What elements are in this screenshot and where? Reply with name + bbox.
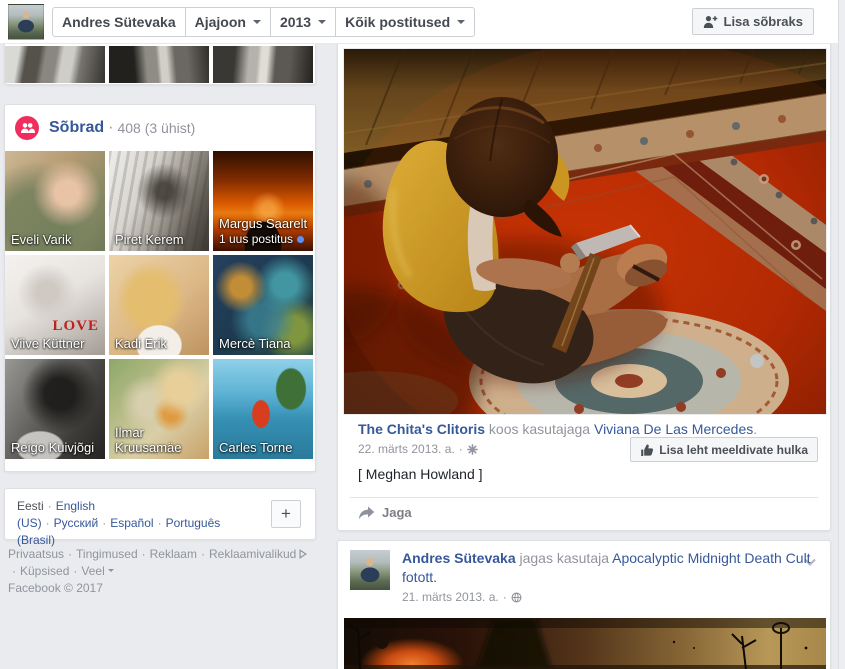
footer-link-more[interactable]: Veel (81, 564, 104, 578)
tagged-user-link[interactable]: Viviana De Las Mercedes (594, 421, 753, 437)
language-selector-card: Eesti · English (US) · Русский · Español · Portu… (4, 488, 316, 547)
language-list: Eesti · English (US) · Русский · Español · Portu… (17, 499, 221, 547)
photo-thumbnail[interactable] (109, 46, 209, 83)
photo-thumbnail[interactable] (5, 46, 105, 83)
footer: Privaatsus · Tingimused · Reklaam · Reklaamiva… (8, 546, 310, 597)
friend-tile[interactable]: Reigo Kuivjõgi (5, 359, 105, 459)
post-timestamp[interactable]: 21. märts 2013. a. (402, 590, 499, 604)
friend-tile[interactable]: Margus Saarelt 1 uus postitus (213, 151, 313, 251)
post-card: The Chita's Clitoris koos kasutajaga Viv… (220, 14, 845, 531)
post-photo[interactable] (220, 39, 845, 479)
post-photo[interactable] (344, 618, 826, 669)
profile-name-tab[interactable]: Andres Sütevaka (52, 7, 186, 37)
chevron-down-icon (457, 20, 466, 28)
friends-card: Sõbrad · 408 (3 ühist) Eveli Varik Piret… (4, 104, 316, 472)
painting-apocalyptic-landscape (344, 618, 826, 669)
avatar[interactable] (350, 550, 390, 590)
post-meta: 21. märts 2013. a. · (402, 590, 522, 604)
footer-link[interactable]: Reklaam (150, 547, 197, 561)
painting-woman-with-axe (220, 39, 845, 479)
page-link[interactable]: The Chita's Clitoris (358, 421, 485, 437)
timeline-nav-tabs: Andres Sütevaka Ajajoon 2013 Kõik postit… (52, 7, 476, 37)
add-language-button[interactable]: + (271, 500, 301, 528)
scrollbar-track[interactable] (838, 0, 845, 669)
friends-header: Sõbrad · 408 (3 ühist) (15, 116, 195, 140)
language-link[interactable]: Español (110, 516, 153, 530)
tab-timeline[interactable]: Ajajoon (184, 7, 271, 37)
footer-link-adchoices[interactable]: Reklaamivalikud (209, 547, 296, 561)
header-connector: jagas kasutaja (519, 550, 610, 566)
post-card: Andres Sütevaka jagas kasutaja Apocalypt… (337, 540, 831, 669)
new-post-badge: 1 uus postitus (219, 232, 294, 246)
friend-tile[interactable]: Mercè Tiana (213, 255, 313, 355)
post-header: Andres Sütevaka jagas kasutaja Apocalypt… (402, 549, 814, 587)
language-current: Eesti (17, 499, 44, 513)
friend-tile[interactable]: LOVE Viive Küttner (5, 255, 105, 355)
post-meta: 22. märts 2013. a. · (358, 442, 478, 456)
photo-overlay-text: LOVE (52, 318, 99, 334)
profile-photo-small[interactable] (8, 4, 44, 40)
share-button[interactable]: Jaga (358, 505, 412, 520)
photo-thumbnail[interactable] (213, 46, 313, 83)
friend-tile[interactable]: Piret Kerem (109, 151, 209, 251)
friends-title-link[interactable]: Sõbrad (49, 119, 104, 137)
tab-year[interactable]: 2013 (269, 7, 337, 37)
divider (350, 497, 818, 498)
chevron-down-icon (318, 20, 327, 28)
friend-tile[interactable]: Ilmar Kruusamäe (109, 359, 209, 459)
privacy-custom-icon (466, 443, 478, 455)
share-icon (359, 506, 375, 519)
new-post-dot (297, 236, 305, 244)
person-add-icon (703, 15, 717, 28)
footer-links: Privaatsus · Tingimused · Reklaam · Reklaamiva… (8, 546, 310, 580)
friend-tile[interactable]: Kadi Erik (109, 255, 209, 355)
language-link[interactable]: Русский (54, 516, 99, 530)
friends-icon (15, 116, 39, 140)
friend-tile[interactable]: Eveli Varik (5, 151, 105, 251)
add-friend-button[interactable]: Lisa sõbraks (691, 8, 814, 35)
copyright: Facebook © 2017 (8, 581, 103, 595)
privacy-public-globe-icon (511, 592, 522, 602)
footer-link[interactable]: Küpsised (20, 564, 69, 578)
profile-name: Andres Sütevaka (62, 14, 176, 30)
footer-link[interactable]: Tingimused (76, 547, 138, 561)
post-timestamp[interactable]: 22. märts 2013. a. (358, 442, 455, 456)
chevron-down-icon (107, 568, 114, 575)
friend-tile[interactable]: Carles Torne (213, 359, 313, 459)
adchoices-icon (299, 549, 308, 559)
chevron-down-icon (252, 20, 261, 28)
thumbs-up-icon (641, 443, 654, 456)
post-text: [ Meghan Howland ] (358, 466, 483, 482)
separator-dot: · (108, 119, 114, 136)
caption-connector: koos kasutajaga (488, 421, 591, 437)
footer-link[interactable]: Privaatsus (8, 547, 64, 561)
author-link[interactable]: Andres Sütevaka (402, 550, 516, 566)
timeline-nav-bar: Andres Sütevaka Ajajoon 2013 Kõik postit… (0, 0, 838, 44)
like-page-button[interactable]: Lisa leht meeldivate hulka (630, 437, 818, 462)
tab-post-filter[interactable]: Kõik postitused (335, 7, 476, 37)
friends-count: 408 (3 ühist) (117, 120, 196, 136)
